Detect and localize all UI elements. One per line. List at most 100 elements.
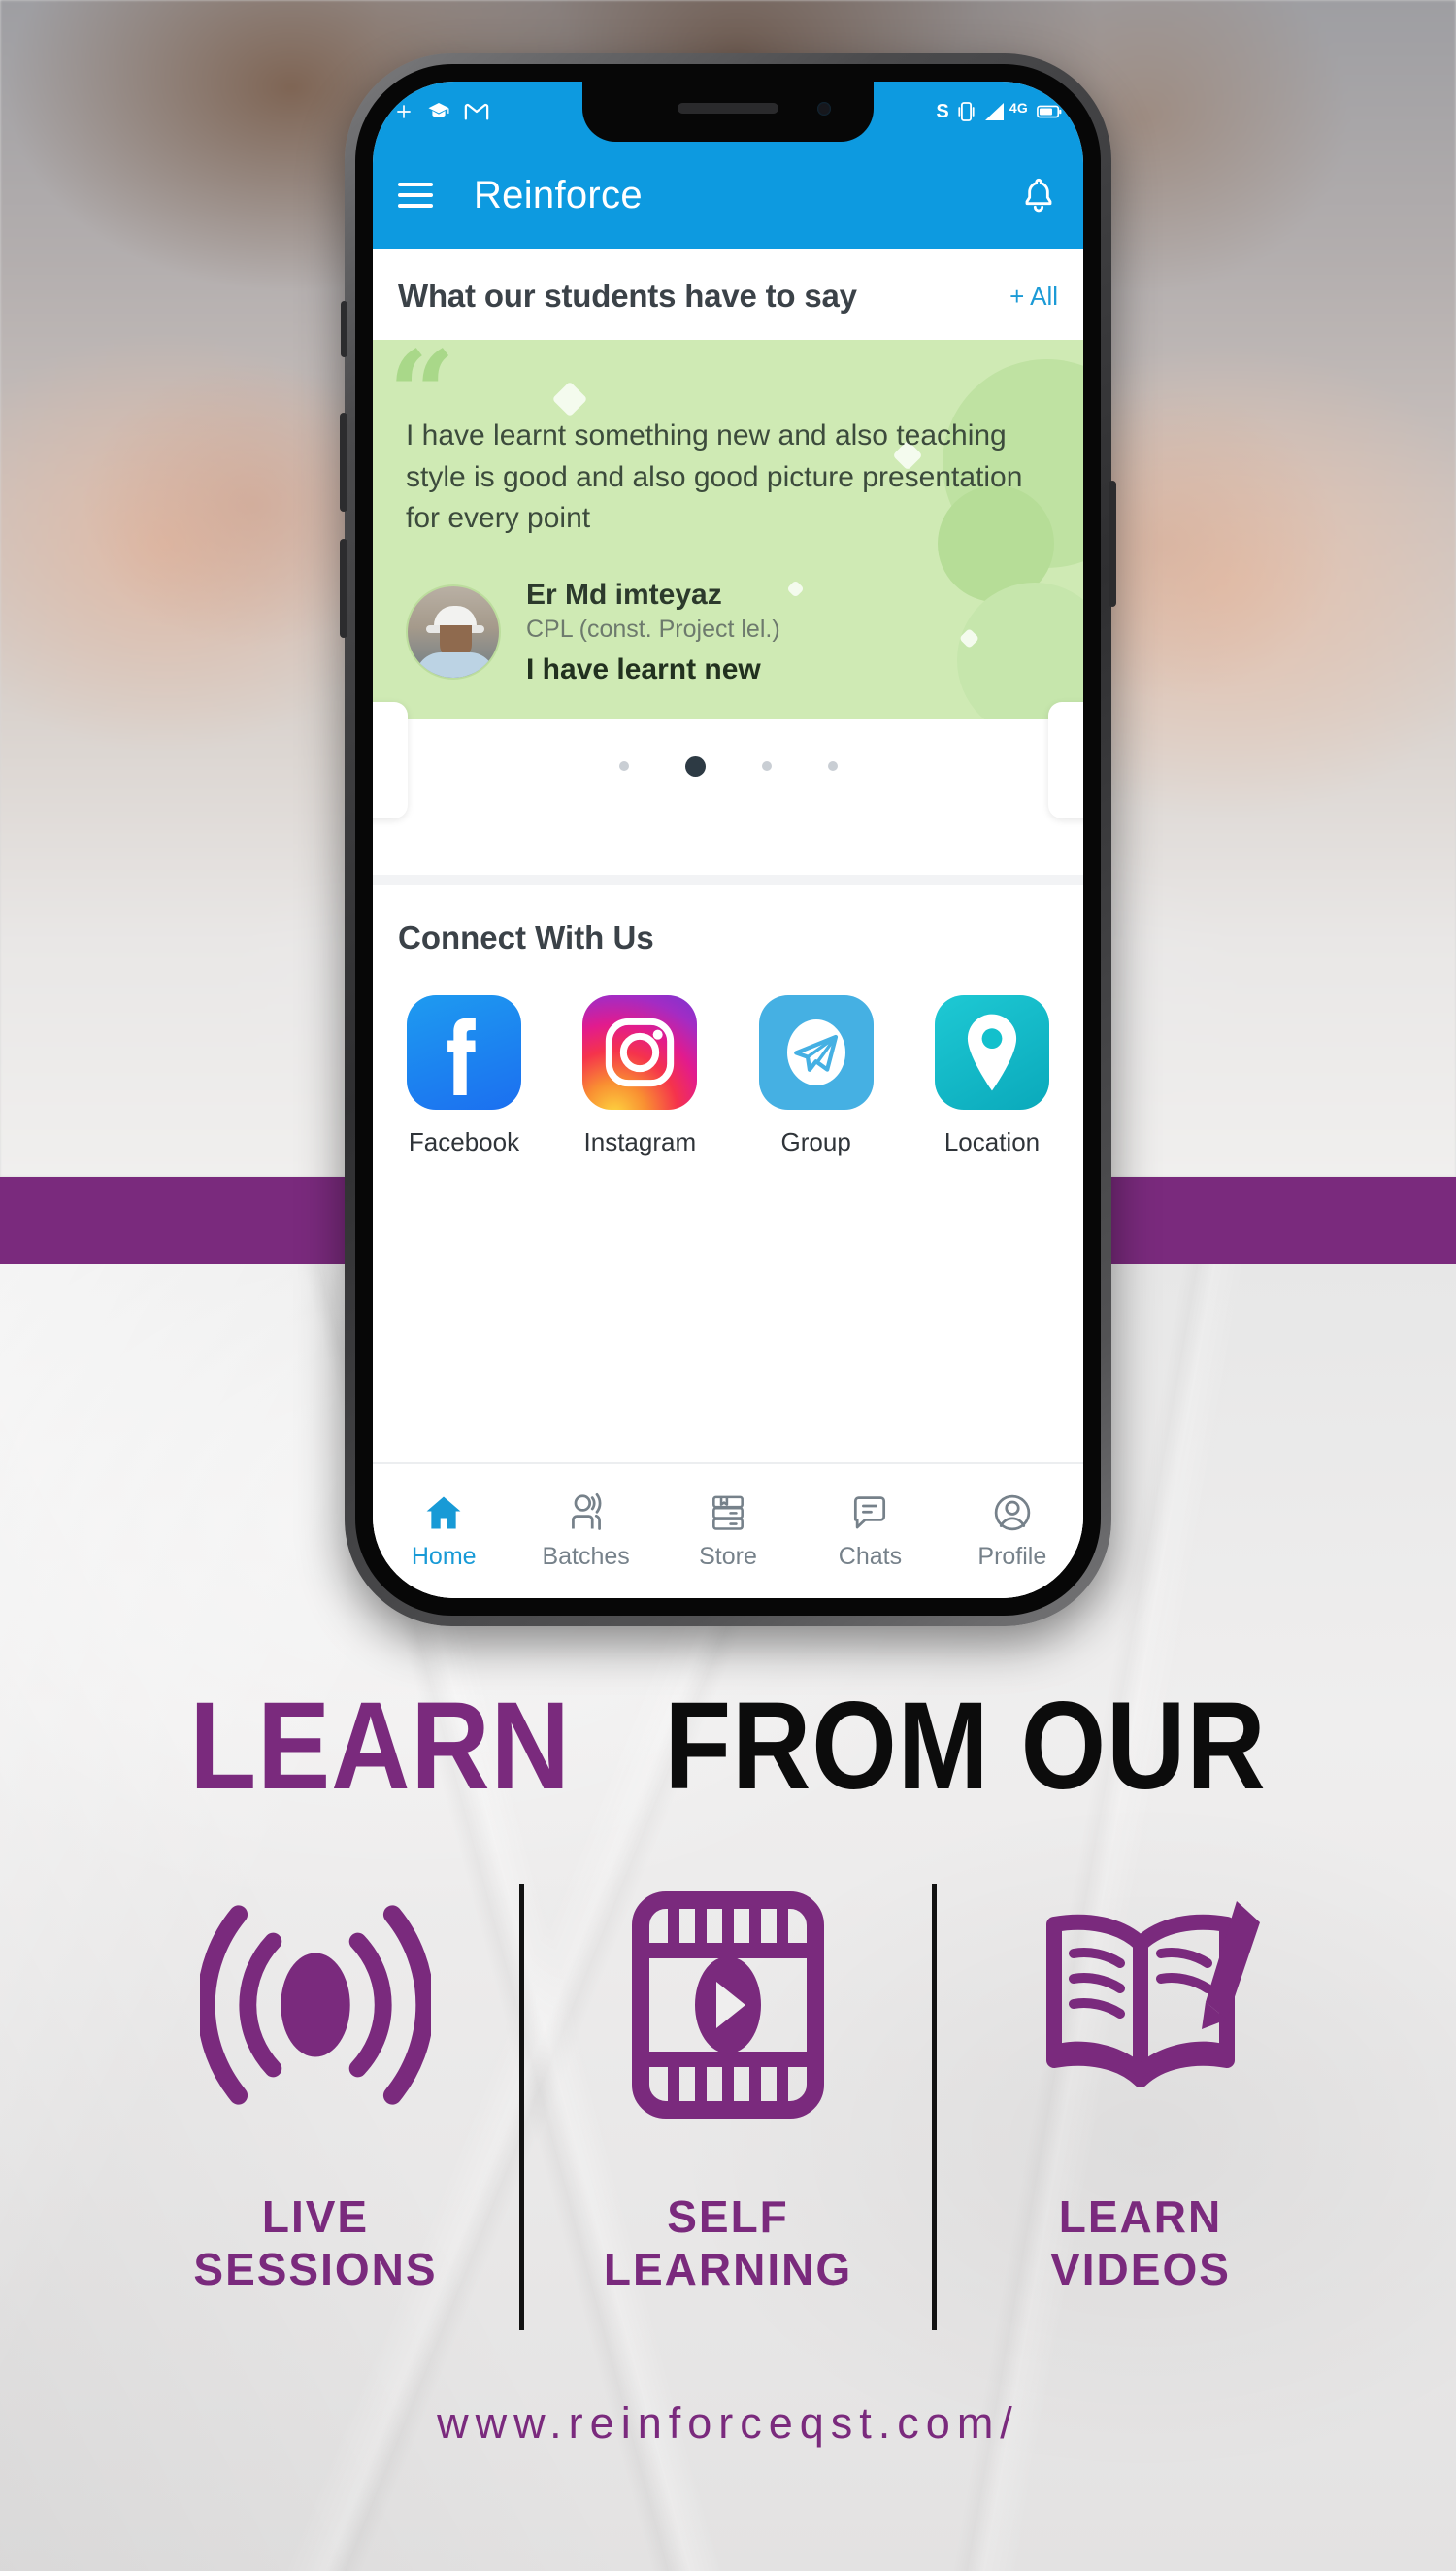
telegram-tile[interactable] <box>758 994 874 1110</box>
feature-learn-videos: LEARN VIDEOS <box>937 1874 1344 2296</box>
connect-section-title: Connect With Us <box>398 918 654 955</box>
hamburger-menu-icon[interactable] <box>398 183 433 208</box>
testimonial-carousel[interactable] <box>373 701 1083 875</box>
location-tile[interactable] <box>934 994 1049 1110</box>
feature-label: LEARN VIDEOS <box>1050 2190 1231 2296</box>
feature-label: LIVE SESSIONS <box>193 2190 437 2296</box>
app-bar: Reinforce <box>373 142 1083 249</box>
testimonials-section-title: What our students have to say <box>398 278 857 314</box>
headline-part-2: FROM OUR <box>664 1677 1267 1816</box>
feature-label-line1: LIVE <box>261 2191 370 2242</box>
gmail-icon <box>464 103 489 120</box>
status-bar-right-icons: S 4G <box>936 100 1062 123</box>
social-label: Location <box>943 1126 1041 1156</box>
phone-mockup: S 4G Reinforce What our students have to… <box>340 53 1116 1626</box>
graduation-cap-icon <box>428 103 449 117</box>
feature-icon-wrap <box>200 1874 431 2136</box>
avatar-shirt <box>415 652 495 679</box>
nav-item-home[interactable]: Home <box>373 1491 514 1571</box>
headline-part-1: LEARN <box>189 1677 571 1816</box>
network-type-label: 4G <box>1009 100 1028 116</box>
testimonials-view-all-link[interactable]: + All <box>1009 282 1058 312</box>
avatar <box>406 584 501 681</box>
app-scroll-content[interactable]: What our students have to say + All “ I … <box>373 249 1083 1598</box>
feature-icon-wrap <box>1019 1874 1262 2136</box>
facebook-icon <box>447 1018 476 1095</box>
decor-sparkle <box>551 381 588 417</box>
phone-power-button[interactable] <box>1109 481 1116 607</box>
home-icon <box>426 1496 461 1529</box>
nav-label: Batches <box>542 1543 630 1570</box>
feature-label-line2: VIDEOS <box>1050 2244 1231 2295</box>
telegram-icon <box>786 1018 845 1085</box>
nav-label: Chats <box>838 1543 903 1570</box>
chat-bubble-icon <box>854 1496 886 1529</box>
social-item-group[interactable]: Group <box>754 994 878 1157</box>
section-divider <box>373 874 1083 885</box>
book-pencil-icon <box>1046 1901 1260 2087</box>
nav-item-batches[interactable]: Batches <box>514 1491 656 1571</box>
status-signal-label: S <box>936 100 949 122</box>
person-speaking-icon <box>571 1492 601 1530</box>
feature-label-line1: LEARN <box>1058 2191 1223 2242</box>
feature-label-line2: SESSIONS <box>193 2244 438 2295</box>
carousel-dots <box>373 755 1083 777</box>
film-play-icon <box>632 1891 824 2119</box>
battery-icon <box>1037 105 1062 118</box>
facebook-tile[interactable] <box>407 994 521 1110</box>
social-label: Group <box>780 1126 851 1156</box>
phone-screen: S 4G Reinforce What our students have to… <box>373 82 1083 1598</box>
profile-avatar-icon <box>994 1494 1031 1531</box>
testimonial-quote-text: I have learnt something new and also tea… <box>406 419 1023 535</box>
feature-label-line2: LEARNING <box>603 2244 853 2295</box>
nav-label: Home <box>411 1543 477 1570</box>
social-links-row: Facebook Instagram Group Location <box>398 994 1058 1157</box>
nav-label: Store <box>699 1543 757 1570</box>
vibrate-icon <box>958 102 975 121</box>
testimonial-author-name: Er Md imteyaz <box>526 578 722 611</box>
carousel-dot[interactable] <box>827 761 838 772</box>
nav-item-profile[interactable]: Profile <box>942 1491 1083 1571</box>
carousel-dot[interactable] <box>761 761 772 772</box>
testimonial-author-info: Er Md imteyaz CPL (const. Project lel.) … <box>526 579 780 686</box>
map-pin-icon <box>967 1014 1017 1091</box>
carousel-dot[interactable] <box>618 761 629 772</box>
feature-self-learning: SELF LEARNING <box>524 1874 932 2296</box>
phone-mute-switch[interactable] <box>341 301 347 357</box>
nav-item-chats[interactable]: Chats <box>799 1491 941 1571</box>
testimonial-card[interactable]: “ I have learnt something new and also t… <box>373 340 1083 719</box>
social-label: Instagram <box>583 1126 697 1156</box>
plus-icon <box>397 105 411 118</box>
social-item-instagram[interactable]: Instagram <box>578 994 702 1157</box>
carousel-dot-active[interactable] <box>684 755 706 777</box>
books-stack-icon <box>712 1495 744 1530</box>
app-title: Reinforce <box>474 173 643 217</box>
testimonial-author-role: CPL (const. Project lel.) <box>526 615 780 643</box>
feature-icon-wrap <box>631 1874 825 2136</box>
page-title: LEARN FROM OUR <box>87 1685 1369 1809</box>
testimonials-header: What our students have to say + All <box>373 249 1083 340</box>
social-item-facebook[interactable]: Facebook <box>402 994 526 1157</box>
status-bar-left-icons <box>394 100 489 123</box>
notification-bell-icon[interactable] <box>1019 176 1058 215</box>
instagram-tile[interactable] <box>582 994 698 1110</box>
live-broadcast-icon <box>200 1905 431 2105</box>
testimonial-author-subtitle: I have learnt new <box>526 652 761 685</box>
connect-with-us-section: Connect With Us Facebook Instagram Group… <box>373 884 1083 1179</box>
website-url[interactable]: www.reinforceqst.com/ <box>0 2398 1456 2449</box>
social-item-location[interactable]: Location <box>930 994 1054 1157</box>
social-label: Facebook <box>408 1126 520 1156</box>
phone-notch <box>582 82 874 142</box>
phone-volume-down-button[interactable] <box>340 539 347 638</box>
feature-live-sessions: LIVE SESSIONS <box>112 1874 519 2296</box>
signal-4g-icon <box>984 103 1004 120</box>
instagram-icon <box>606 1018 675 1086</box>
feature-list: LIVE SESSIONS SELF LEARNING LEARN VIDEOS <box>0 1874 1456 2388</box>
earpiece-speaker <box>678 103 778 114</box>
nav-item-store[interactable]: Store <box>657 1491 799 1571</box>
testimonial-author-row: Er Md imteyaz CPL (const. Project lel.) … <box>406 579 1050 686</box>
front-camera <box>817 102 831 116</box>
feature-label-line1: SELF <box>667 2191 789 2242</box>
nav-label: Profile <box>977 1543 1047 1570</box>
phone-volume-up-button[interactable] <box>340 413 347 512</box>
